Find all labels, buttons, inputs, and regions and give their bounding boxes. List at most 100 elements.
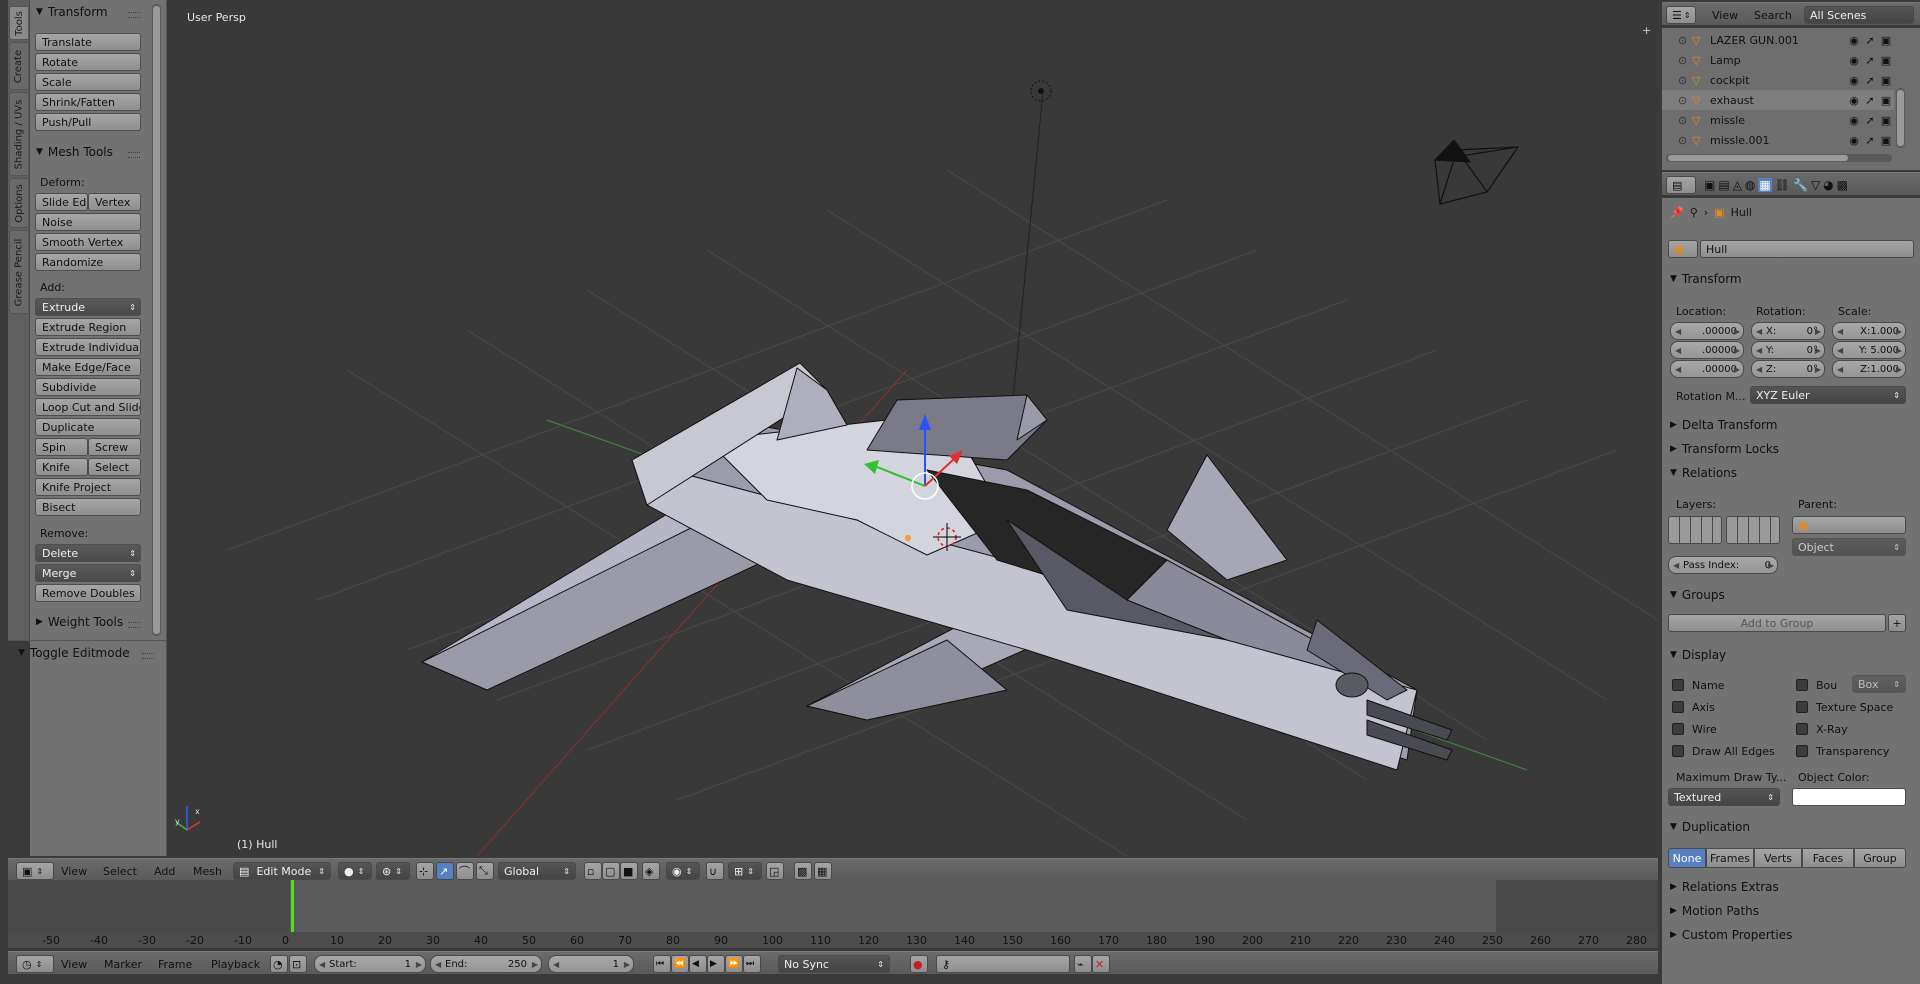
grip-icon[interactable]: [128, 622, 140, 628]
next-keyframe-button[interactable]: ⏩: [725, 955, 743, 973]
subdivide-button[interactable]: Subdivide: [35, 378, 141, 396]
add-group-plus-button[interactable]: +: [1888, 614, 1906, 632]
increment-arrow-icon[interactable]: ▶: [1734, 327, 1740, 336]
expand-dot-icon[interactable]: ⊙: [1678, 54, 1692, 67]
world-tab-icon[interactable]: ◍: [1745, 178, 1755, 192]
edge-select-button[interactable]: ▢: [602, 862, 620, 880]
dup-option-group[interactable]: Group: [1854, 848, 1906, 868]
tab-options[interactable]: Options: [9, 178, 29, 228]
axis-checkbox[interactable]: [1672, 701, 1684, 713]
render-camera-icon[interactable]: ▣: [1878, 74, 1894, 87]
display-header[interactable]: ▼ Display: [1670, 648, 1726, 662]
material-tab-icon[interactable]: ◕: [1823, 178, 1833, 192]
tab-grease-pencil[interactable]: Grease Pencil: [9, 230, 29, 314]
push-pull-button[interactable]: Push/Pull: [35, 113, 141, 131]
draw-all-edges-checkbox[interactable]: [1672, 745, 1684, 757]
expand-dot-icon[interactable]: ⊙: [1678, 34, 1692, 47]
rotation-x-field[interactable]: ◀ X: 0° ▶: [1751, 322, 1825, 340]
cursor-select-icon[interactable]: ➚: [1862, 54, 1878, 67]
decrement-arrow-icon[interactable]: ◀: [1837, 365, 1843, 374]
mesh-tools-header[interactable]: ▼ Mesh Tools: [36, 143, 113, 161]
relations-header[interactable]: ▼ Relations: [1670, 466, 1737, 480]
properties-editor-type-button[interactable]: ▤: [1666, 176, 1696, 194]
knife-project-button[interactable]: Knife Project: [35, 478, 141, 496]
screw-button[interactable]: Screw: [88, 438, 141, 456]
eye-icon[interactable]: ◉: [1846, 74, 1862, 87]
play-reverse-button[interactable]: ◀: [689, 955, 707, 973]
texture-tab-icon[interactable]: ▩: [1837, 178, 1848, 192]
scale-z-field[interactable]: ◀ Z:1.000 ▶: [1832, 360, 1906, 378]
expand-dot-icon[interactable]: ⊙: [1678, 94, 1692, 107]
scale-x-field[interactable]: ◀ X:1.000 ▶: [1832, 322, 1906, 340]
parent-field[interactable]: ▣: [1792, 516, 1906, 534]
manipulator-toggle-button[interactable]: ⊹: [416, 862, 434, 880]
eye-icon[interactable]: ◉: [1846, 34, 1862, 47]
outliner-editor-type-button[interactable]: ☰ ⇕: [1666, 6, 1696, 24]
increment-arrow-icon[interactable]: ▶: [1734, 365, 1740, 374]
auto-keying-button[interactable]: ●: [910, 955, 928, 973]
make-edge-face-button[interactable]: Make Edge/Face: [35, 358, 141, 376]
transparency-checkbox[interactable]: [1796, 745, 1808, 757]
scale-y-field[interactable]: ◀ Y: 5.000 ▶: [1832, 341, 1906, 359]
decrement-arrow-icon[interactable]: ◀: [553, 960, 559, 969]
tab-shading-uvs[interactable]: Shading / UVs: [9, 92, 29, 176]
outliner-menu-view[interactable]: View: [1712, 6, 1738, 24]
decrement-arrow-icon[interactable]: ◀: [1675, 327, 1681, 336]
bounds-checkbox[interactable]: [1796, 679, 1808, 691]
jump-end-button[interactable]: ⏭: [743, 955, 761, 973]
outliner-item[interactable]: ⊙ ▽ missle.001 ◉ ➚ ▣: [1662, 130, 1894, 150]
increment-arrow-icon[interactable]: ▶: [416, 960, 422, 969]
pass-index-field[interactable]: ◀ Pass Index: 0 ▶: [1668, 556, 1778, 574]
timeline-menu-marker[interactable]: Marker: [104, 955, 142, 973]
menu-add[interactable]: Add: [154, 862, 175, 880]
insert-keyframe-button[interactable]: ⌁: [1074, 955, 1092, 973]
bounds-type-dropdown[interactable]: Box ⇕: [1852, 675, 1906, 693]
grip-icon[interactable]: [142, 653, 154, 659]
proportional-edit-dropdown[interactable]: ◉ ⇕: [666, 862, 700, 880]
render-camera-icon[interactable]: ▣: [1878, 34, 1894, 47]
extrude-region-button[interactable]: Extrude Region: [35, 318, 141, 336]
expand-dot-icon[interactable]: ⊙: [1678, 134, 1692, 147]
end-frame-field[interactable]: ◀ End: 250 ▶: [430, 955, 542, 973]
keying-set-field[interactable]: ⚷: [936, 955, 1070, 973]
timeline-menu-playback[interactable]: Playback: [211, 955, 260, 973]
rotate-button[interactable]: Rotate: [35, 53, 141, 71]
start-frame-field[interactable]: ◀ Start: 1 ▶: [314, 955, 426, 973]
camera-icon[interactable]: [1433, 139, 1520, 205]
orientation-dropdown[interactable]: Global ⇕: [498, 862, 576, 880]
knife-button[interactable]: Knife: [35, 458, 88, 476]
outliner-item[interactable]: ⊙ ▽ LAZER GUN.001 ◉ ➚ ▣: [1662, 30, 1894, 50]
rotation-mode-dropdown[interactable]: XYZ Euler ⇕: [1750, 386, 1906, 404]
editor-type-button[interactable]: ▣ ⇕: [16, 862, 54, 880]
limit-selection-button[interactable]: ◈: [642, 862, 660, 880]
eye-icon[interactable]: ◉: [1846, 94, 1862, 107]
object-tab-icon[interactable]: ▦: [1758, 178, 1772, 192]
decrement-arrow-icon[interactable]: ◀: [1756, 346, 1762, 355]
modifiers-tab-icon[interactable]: 🔧: [1793, 178, 1808, 192]
outliner-item[interactable]: ⊙ ▽ exhaust ◉ ➚ ▣: [1662, 90, 1894, 110]
decrement-arrow-icon[interactable]: ◀: [435, 960, 441, 969]
face-select-button[interactable]: ■: [620, 862, 638, 880]
duplicate-button[interactable]: Duplicate: [35, 418, 141, 436]
outliner-vscroll[interactable]: [1896, 88, 1905, 148]
timeline-menu-frame[interactable]: Frame: [158, 955, 192, 973]
timeline-frame-cursor[interactable]: [291, 880, 294, 932]
scale-button[interactable]: Scale: [35, 73, 141, 91]
cursor-select-icon[interactable]: ➚: [1862, 134, 1878, 147]
render-camera-icon[interactable]: ▣: [1878, 114, 1894, 127]
outliner-hscroll-thumb[interactable]: [1668, 155, 1848, 161]
decrement-arrow-icon[interactable]: ◀: [319, 960, 325, 969]
dup-option-verts[interactable]: Verts: [1754, 848, 1802, 868]
play-button[interactable]: ▶: [707, 955, 725, 973]
motion-paths-header[interactable]: ▶ Motion Paths: [1670, 904, 1759, 918]
duplication-header[interactable]: ▼ Duplication: [1670, 820, 1750, 834]
render-camera-icon[interactable]: ▣: [1878, 134, 1894, 147]
outliner-item[interactable]: ⊙ ▽ cockpit ◉ ➚ ▣: [1662, 70, 1894, 90]
layers-grid-left[interactable]: [1668, 516, 1722, 544]
increment-arrow-icon[interactable]: ▶: [1815, 327, 1821, 336]
rotation-y-field[interactable]: ◀ Y: 0° ▶: [1751, 341, 1825, 359]
shelf-scrollbar-thumb[interactable]: [153, 6, 160, 634]
grip-icon[interactable]: [128, 152, 140, 158]
transform-locks-header[interactable]: ▶ Transform Locks: [1670, 442, 1779, 456]
merge-dropdown[interactable]: Merge ⇕: [35, 564, 141, 582]
